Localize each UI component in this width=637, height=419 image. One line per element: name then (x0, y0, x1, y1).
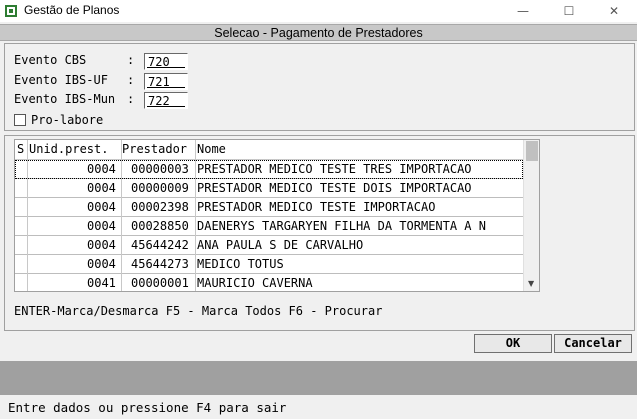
cell-unid: 0041 (87, 276, 116, 290)
evento-ibs-mun-field[interactable]: 722 (144, 92, 188, 109)
col-header-unid[interactable]: Unid.prest. (29, 142, 108, 156)
grid-scrollbar[interactable]: ▼ (523, 140, 539, 291)
cancel-button[interactable]: Cancelar (554, 334, 632, 353)
cell-unid: 0004 (87, 257, 116, 271)
cell-nome: ANA PAULA S DE CARVALHO (197, 238, 364, 252)
cell-prestador: 00000001 (131, 276, 189, 290)
cell-prestador: 00028850 (131, 219, 189, 233)
evento-ibs-mun-colon: : (127, 92, 135, 106)
dialog-title: Selecao - Pagamento de Prestadores (214, 26, 423, 40)
evento-ibs-uf-label: Evento IBS-UF (14, 73, 108, 87)
evento-cbs-field[interactable]: 720 (144, 53, 188, 70)
prestadores-grid[interactable]: S Unid.prest. Prestador Nome 0004 000000… (14, 139, 540, 292)
status-text: Entre dados ou pressione F4 para sair (8, 400, 287, 415)
minimize-button[interactable]: — (500, 0, 546, 22)
cell-unid: 0004 (87, 200, 116, 214)
cell-unid: 0004 (87, 181, 116, 195)
cell-nome: DAENERYS TARGARYEN FILHA DA TORMENTA A N (197, 219, 486, 233)
maximize-button[interactable]: ☐ (546, 0, 592, 22)
form-panel: Evento CBS : 720 Evento IBS-UF : 721 Eve… (4, 43, 635, 131)
col-header-prestador[interactable]: Prestador (122, 142, 187, 156)
scroll-down-icon[interactable]: ▼ (528, 279, 534, 288)
evento-cbs-colon: : (127, 53, 135, 67)
cell-nome: PRESTADOR MEDICO TESTE TRES IMPORTACAO (197, 162, 472, 176)
cell-unid: 0004 (87, 238, 116, 252)
cell-prestador: 45644273 (131, 257, 189, 271)
cell-prestador: 00000009 (131, 181, 189, 195)
grid-header: S Unid.prest. Prestador Nome (15, 140, 525, 160)
cell-unid: 0004 (87, 219, 116, 233)
table-row[interactable]: 0041 00000001 MAURICIO CAVERNA (15, 274, 523, 291)
pro-labore-label: Pro-labore (31, 113, 104, 127)
cell-prestador: 00002398 (131, 200, 189, 214)
close-button[interactable]: ✕ (591, 0, 637, 22)
col-header-s[interactable]: S (17, 142, 24, 156)
cell-unid: 0004 (87, 162, 116, 176)
evento-ibs-uf-colon: : (127, 73, 135, 87)
status-bar: Entre dados ou pressione F4 para sair (0, 395, 637, 419)
cell-nome: PRESTADOR MEDICO TESTE DOIS IMPORTACAO (197, 181, 472, 195)
scrollbar-thumb[interactable] (526, 141, 538, 161)
list-panel: S Unid.prest. Prestador Nome 0004 000000… (4, 135, 635, 331)
table-row[interactable]: 0004 45644242 ANA PAULA S DE CARVALHO (15, 236, 523, 255)
ok-button[interactable]: OK (474, 334, 552, 353)
keyboard-hint: ENTER-Marca/Desmarca F5 - Marca Todos F6… (14, 304, 383, 318)
cell-nome: MEDICO TOTUS (197, 257, 284, 271)
column-divider (121, 140, 122, 291)
table-row[interactable]: 0004 00000009 PRESTADOR MEDICO TESTE DOI… (15, 179, 523, 198)
title-bar: Gestão de Planos — ☐ ✕ (0, 0, 637, 22)
column-divider (27, 140, 28, 291)
evento-cbs-label: Evento CBS (14, 53, 87, 67)
evento-ibs-mun-label: Evento IBS-Mun (14, 92, 116, 106)
cell-nome: MAURICIO CAVERNA (197, 276, 313, 290)
table-row[interactable]: 0004 00000003 PRESTADOR MEDICO TESTE TRE… (15, 160, 523, 179)
col-header-nome[interactable]: Nome (197, 142, 226, 156)
table-row[interactable]: 0004 00002398 PRESTADOR MEDICO TESTE IMP… (15, 198, 523, 217)
table-row[interactable]: 0004 00028850 DAENERYS TARGARYEN FILHA D… (15, 217, 523, 236)
evento-ibs-uf-field[interactable]: 721 (144, 73, 188, 90)
column-divider (195, 140, 196, 291)
window-title: Gestão de Planos (24, 3, 120, 17)
cell-prestador: 00000003 (131, 162, 189, 176)
pro-labore-checkbox[interactable] (14, 114, 26, 126)
app-icon (5, 5, 17, 17)
table-row[interactable]: 0004 45644273 MEDICO TOTUS (15, 255, 523, 274)
cell-nome: PRESTADOR MEDICO TESTE IMPORTACAO (197, 200, 436, 214)
cell-prestador: 45644242 (131, 238, 189, 252)
dialog-header: Selecao - Pagamento de Prestadores (0, 24, 637, 41)
background-area (0, 361, 637, 395)
